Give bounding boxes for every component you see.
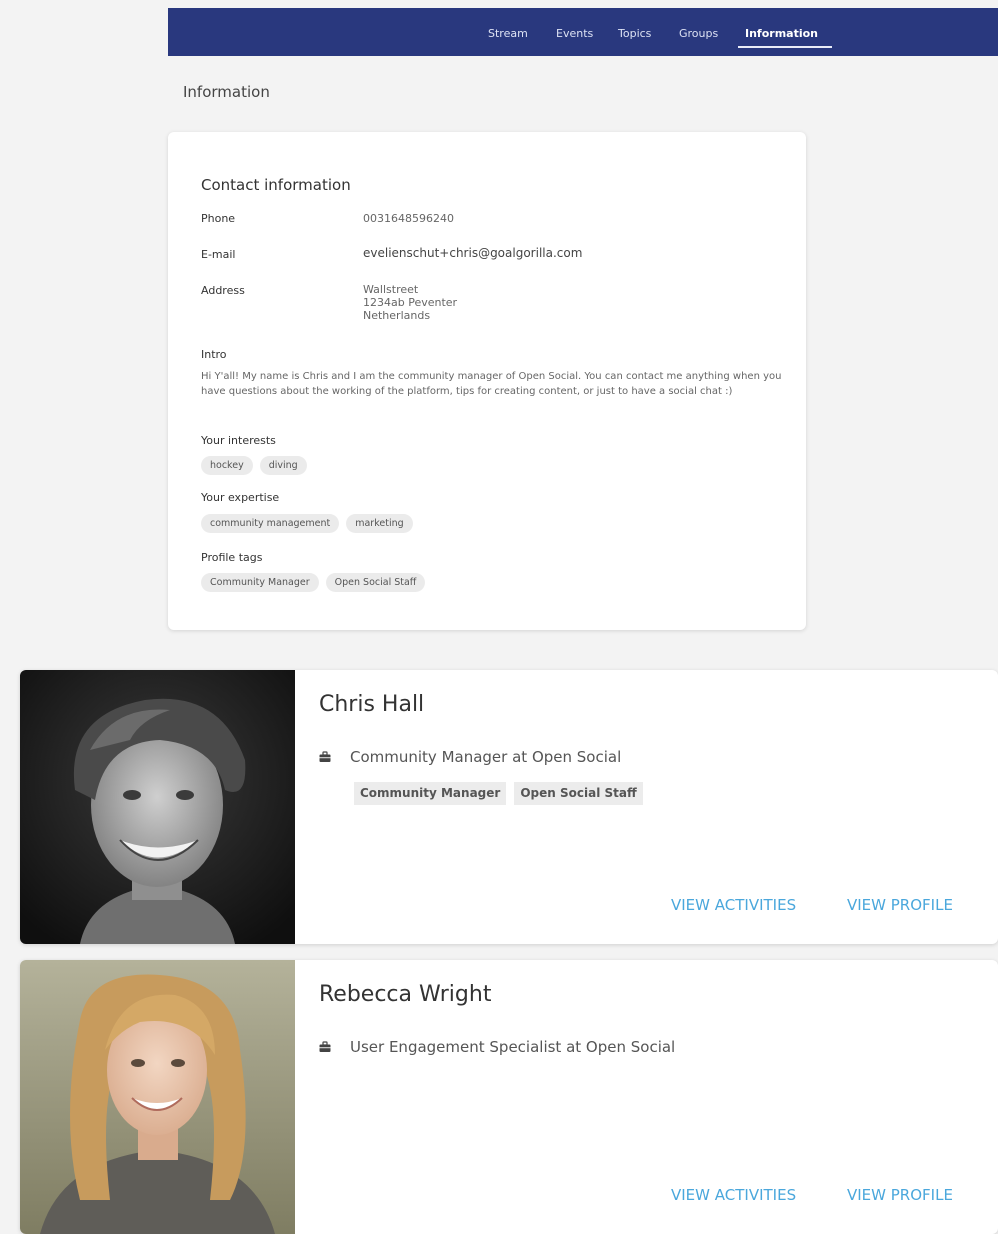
nav-item-events[interactable]: Events [556, 8, 593, 56]
profile-photo[interactable] [20, 670, 295, 944]
view-activities-link[interactable]: VIEW ACTIVITIES [671, 1186, 796, 1204]
profile-tags-list: Community Manager Open Social Staff [201, 573, 426, 592]
expertise-label: Your expertise [201, 491, 280, 504]
contact-info-card: Contact information Phone 0031648596240 … [168, 132, 806, 630]
view-profile-link[interactable]: VIEW PROFILE [847, 896, 953, 914]
email-value[interactable]: evelienschut+chris@goalgorilla.com [363, 247, 582, 260]
view-profile-link[interactable]: VIEW PROFILE [847, 1186, 953, 1204]
nav-item-information[interactable]: Information [745, 8, 818, 56]
address-city: 1234ab Peventer [363, 296, 458, 309]
address-value: Wallstreet 1234ab Peventer Netherlands [363, 283, 457, 322]
address-country: Netherlands [363, 309, 431, 322]
profile-card: Rebecca Wright User Engagement Specialis… [20, 960, 998, 1234]
profile-tags: Community Manager Open Social Staff [354, 782, 643, 805]
briefcase-icon [319, 751, 331, 762]
nav-item-stream[interactable]: Stream [488, 8, 528, 56]
profile-name[interactable]: Chris Hall [319, 692, 424, 717]
interests-list: hockey diving [201, 456, 307, 475]
intro-text: Hi Y'all! My name is Chris and I am the … [201, 371, 782, 397]
email-label: E-mail [201, 248, 236, 261]
profile-role-text: User Engagement Specialist at Open Socia… [350, 1038, 676, 1056]
profile-role-text: Community Manager at Open Social [350, 748, 622, 766]
profile-role: Community Manager at Open Social [319, 748, 621, 766]
phone-label: Phone [201, 212, 236, 225]
profile-card: Chris Hall Community Manager at Open Soc… [20, 670, 998, 944]
expertise-list: community management marketing [201, 514, 413, 533]
profile-tag-chip[interactable]: Community Manager [201, 573, 319, 592]
interests-label: Your interests [201, 434, 276, 447]
interest-chip[interactable]: hockey [201, 456, 253, 475]
profile-name[interactable]: Rebecca Wright [319, 982, 491, 1007]
contact-heading: Contact information [201, 176, 351, 194]
profile-tags-label: Profile tags [201, 551, 263, 564]
avatar-portrait-female [20, 960, 295, 1234]
expertise-chip[interactable]: community management [201, 514, 340, 533]
address-label: Address [201, 284, 245, 297]
profile-photo[interactable] [20, 960, 295, 1234]
phone-value: 0031648596240 [363, 212, 454, 225]
address-street: Wallstreet [363, 283, 419, 296]
view-activities-link[interactable]: VIEW ACTIVITIES [671, 896, 796, 914]
intro-label: Intro [201, 348, 227, 361]
top-navbar: Stream Events Topics Groups Information [168, 8, 998, 56]
expertise-chip[interactable]: marketing [346, 514, 413, 533]
profile-role: User Engagement Specialist at Open Socia… [319, 1038, 675, 1056]
active-tab-indicator [738, 46, 832, 48]
interest-chip[interactable]: diving [259, 456, 307, 475]
nav-item-groups[interactable]: Groups [679, 8, 718, 56]
briefcase-icon [319, 1041, 331, 1052]
profile-tag-chip[interactable]: Open Social Staff [325, 573, 426, 592]
profile-tag[interactable]: Community Manager [354, 782, 507, 805]
avatar-portrait-male [20, 670, 295, 944]
page-title: Information [183, 83, 270, 101]
nav-item-topics[interactable]: Topics [618, 8, 651, 56]
profile-tag[interactable]: Open Social Staff [514, 782, 643, 805]
